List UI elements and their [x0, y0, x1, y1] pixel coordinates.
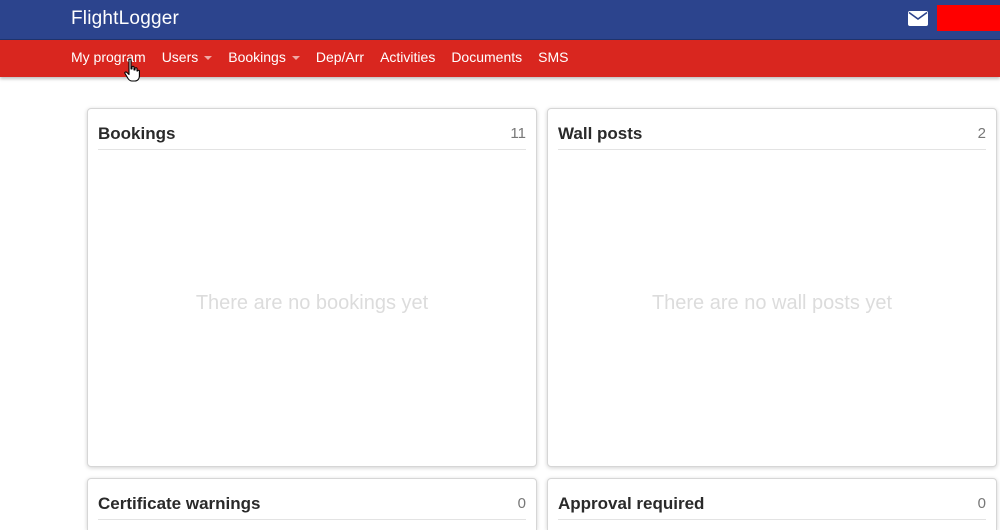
nav-item-users[interactable]: Users: [162, 49, 213, 65]
panel-count: 0: [977, 495, 986, 512]
caret-down-icon: [204, 55, 213, 60]
empty-state-text: There are no bookings yet: [195, 292, 429, 314]
nav-item-label: Activities: [380, 49, 436, 65]
panel-count: 11: [510, 125, 526, 142]
app-title[interactable]: FlightLogger: [71, 8, 179, 30]
nav-item-bookings[interactable]: Bookings: [228, 49, 300, 65]
panel-header: Approval required 0: [558, 479, 986, 520]
nav-item-label: Documents: [451, 49, 523, 65]
panel-title[interactable]: Approval required: [558, 494, 704, 514]
nav-item-label: Bookings: [228, 49, 286, 65]
panel-header: Bookings 11: [98, 109, 526, 150]
panel-count: 0: [517, 495, 526, 512]
nav-item-documents[interactable]: Documents: [451, 49, 522, 65]
nav-item-label: Dep/Arr: [315, 49, 365, 65]
nav-item-label: Users: [161, 49, 199, 65]
panel-header: Certificate warnings 0: [98, 479, 526, 520]
nav-item-label: My program: [71, 49, 146, 65]
empty-state-text: There are no wall posts yet: [651, 292, 893, 314]
bookings-panel: Bookings 11 There are no bookings yet: [87, 108, 537, 467]
wall-posts-panel: Wall posts 2 There are no wall posts yet: [547, 108, 997, 467]
panel-count: 2: [977, 125, 986, 142]
user-menu-badge[interactable]: [937, 5, 1000, 31]
panel-title[interactable]: Wall posts: [558, 124, 642, 144]
nav-item-label: SMS: [538, 49, 569, 65]
certificate-warnings-panel: Certificate warnings 0: [87, 478, 537, 530]
approval-required-panel: Approval required 0: [547, 478, 997, 530]
envelope-icon[interactable]: [908, 11, 928, 26]
panel-title[interactable]: Certificate warnings: [98, 494, 261, 514]
panel-title[interactable]: Bookings: [98, 124, 175, 144]
panel-header: Wall posts 2: [558, 109, 986, 150]
caret-down-icon: [291, 55, 300, 60]
nav-item-sms[interactable]: SMS: [538, 49, 568, 65]
nav-item-dep-arr[interactable]: Dep/Arr: [316, 49, 364, 65]
top-header-bar: FlightLogger: [0, 0, 1000, 40]
main-nav-bar: My program Users Bookings Dep/Arr Activi…: [0, 40, 1000, 77]
nav-items: My program Users Bookings Dep/Arr Activi…: [71, 49, 584, 65]
nav-item-activities[interactable]: Activities: [380, 49, 435, 65]
nav-item-my-program[interactable]: My program: [71, 49, 146, 65]
